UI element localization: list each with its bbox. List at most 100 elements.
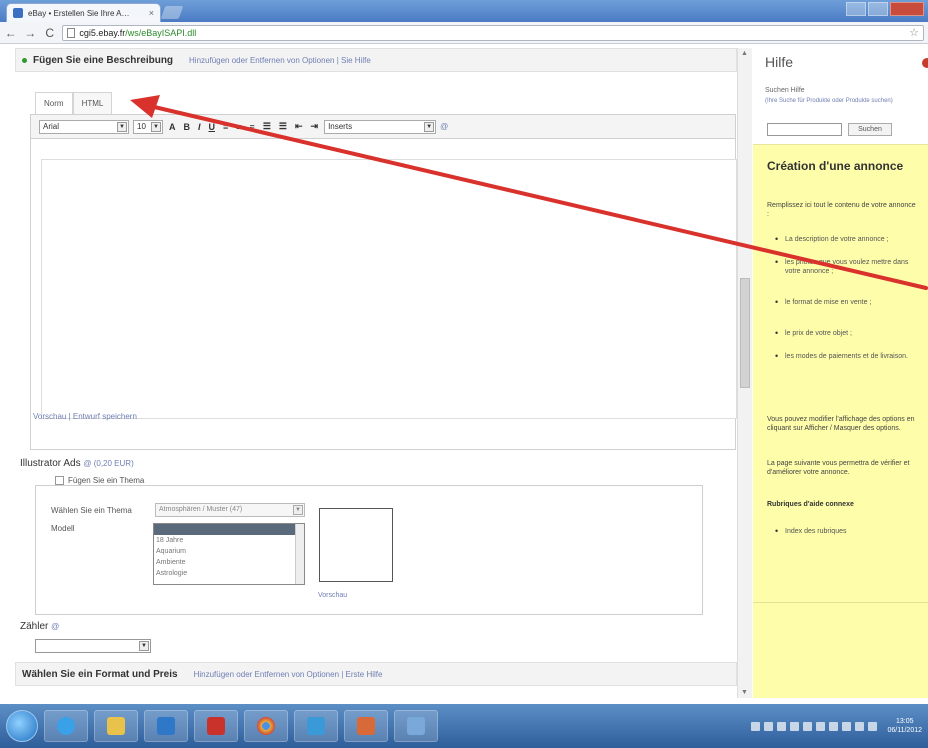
align-right-icon[interactable]: ≡ bbox=[248, 122, 257, 132]
system-tray: 13:05 06/11/2012 bbox=[751, 717, 928, 735]
bullet-list-icon[interactable]: ☰ bbox=[261, 121, 273, 132]
indent-icon[interactable]: ⇥ bbox=[309, 121, 321, 132]
windows-taskbar: 13:05 06/11/2012 bbox=[0, 704, 928, 748]
bookmark-star-icon[interactable]: ☆ bbox=[909, 26, 923, 39]
help-content: Création d'une annonce Remplissez ici to… bbox=[753, 144, 928, 698]
help-search-input[interactable] bbox=[767, 123, 842, 136]
help-intro: Remplissez ici tout le contenu de votre … bbox=[767, 202, 916, 218]
list-item[interactable]: Ambiente bbox=[154, 557, 304, 568]
window-close-button[interactable] bbox=[890, 2, 924, 16]
tab-html[interactable]: HTML bbox=[72, 92, 113, 114]
browser-tab[interactable]: eBay • Erstellen Sie Ihre A… × bbox=[6, 3, 161, 22]
outdent-icon[interactable]: ⇤ bbox=[293, 121, 305, 132]
tray-icon[interactable] bbox=[790, 721, 800, 731]
editor-preview-links[interactable]: Vorschau | Entwurf speichern bbox=[33, 412, 137, 421]
counter-help-icon[interactable]: @ bbox=[51, 622, 59, 631]
font-color-icon[interactable]: A bbox=[167, 122, 178, 132]
font-family-select[interactable]: Arial ▼ bbox=[39, 119, 129, 134]
align-left-icon[interactable]: ≡ bbox=[221, 122, 230, 132]
window-controls bbox=[846, 2, 924, 16]
taskbar-app-powerpoint[interactable] bbox=[344, 710, 388, 742]
italic-icon[interactable]: I bbox=[196, 122, 203, 132]
scrollbar-thumb[interactable] bbox=[740, 278, 750, 388]
forward-arrow-icon[interactable]: → bbox=[23, 26, 36, 40]
tray-icon[interactable] bbox=[777, 721, 787, 731]
reload-icon[interactable]: C bbox=[43, 26, 56, 40]
help-divider bbox=[753, 602, 928, 603]
taskbar-app-red[interactable] bbox=[194, 710, 238, 742]
app-icon bbox=[407, 717, 425, 735]
help-search-hint[interactable]: (Ihre Suche für Produkte oder Produkte s… bbox=[765, 98, 925, 105]
list-item[interactable]: Index des rubriques bbox=[775, 527, 915, 536]
counter-select[interactable]: ▼ bbox=[35, 639, 151, 653]
font-family-value: Arial bbox=[43, 122, 60, 131]
list-item[interactable]: Aquarium bbox=[154, 546, 304, 557]
tray-icon[interactable] bbox=[829, 721, 839, 731]
help-related-title: Rubriques d'aide connexe bbox=[767, 501, 854, 508]
numbered-list-icon[interactable]: ☰ bbox=[277, 121, 289, 132]
font-size-select[interactable]: 10 ▼ bbox=[133, 119, 163, 134]
add-theme-checkbox[interactable] bbox=[55, 476, 64, 485]
taskbar-app-ie[interactable] bbox=[44, 710, 88, 742]
taskbar-app-other[interactable] bbox=[394, 710, 438, 742]
browser-tabstrip: eBay • Erstellen Sie Ihre A… × bbox=[0, 0, 928, 22]
underline-icon[interactable]: U bbox=[207, 122, 218, 132]
tray-icon[interactable] bbox=[751, 721, 761, 731]
list-item: le prix de votre objet ; bbox=[775, 329, 915, 338]
theme-select[interactable]: Atmosphären / Muster (47) ▼ bbox=[155, 503, 305, 517]
theme-preview-link[interactable]: Vorschau bbox=[318, 592, 347, 599]
model-label: Modell bbox=[51, 524, 75, 533]
help-close-icon[interactable] bbox=[922, 58, 928, 68]
tray-icon[interactable] bbox=[816, 721, 826, 731]
taskbar-app-explorer[interactable] bbox=[94, 710, 138, 742]
editor-toolbar: Arial ▼ 10 ▼ A B I U ≡ ≡ ≡ ☰ ☰ ⇤ ⇥ Inser… bbox=[31, 115, 735, 139]
description-text-area[interactable] bbox=[41, 159, 737, 419]
align-center-icon[interactable]: ≡ bbox=[234, 122, 243, 132]
list-item[interactable] bbox=[154, 524, 304, 535]
list-item[interactable]: Astrologie bbox=[154, 568, 304, 579]
tray-icon[interactable] bbox=[803, 721, 813, 731]
model-listbox[interactable]: 18 Jahre Aquarium Ambiente Astrologie bbox=[153, 523, 305, 585]
counter-section-title: Zähler @ bbox=[20, 621, 59, 632]
address-bar[interactable]: cgi5.ebay.fr/ws/eBayISAPI.dll ☆ bbox=[62, 24, 924, 41]
list-item[interactable]: 18 Jahre bbox=[154, 535, 304, 546]
section-bullet-icon bbox=[22, 57, 27, 63]
tab-standard[interactable]: Norm bbox=[35, 92, 73, 114]
browser-toolbar: ← → C cgi5.ebay.fr/ws/eBayISAPI.dll ☆ bbox=[0, 22, 928, 44]
system-clock[interactable]: 13:05 06/11/2012 bbox=[887, 717, 922, 735]
tab-close-icon[interactable]: × bbox=[149, 8, 154, 18]
editor-help-icon[interactable]: @ bbox=[440, 122, 448, 131]
list-item: les photos que vous voulez mettre dans v… bbox=[775, 258, 915, 276]
url-host: cgi5.ebay.fr bbox=[79, 27, 126, 38]
theme-label: Wählen Sie ein Thema bbox=[51, 506, 132, 515]
scroll-down-icon[interactable]: ▼ bbox=[741, 689, 748, 696]
bold-icon[interactable]: B bbox=[182, 122, 193, 132]
description-section-links[interactable]: Hinzufügen oder Entfernen von Optionen |… bbox=[189, 56, 371, 65]
dropdown-arrow-icon: ▼ bbox=[139, 641, 149, 651]
start-button[interactable] bbox=[6, 710, 38, 742]
tray-icon[interactable] bbox=[868, 721, 878, 731]
tray-icon[interactable] bbox=[855, 721, 865, 731]
help-search-button[interactable]: Suchen bbox=[848, 123, 892, 136]
maximize-button[interactable] bbox=[868, 2, 888, 16]
inserts-select[interactable]: Inserts ▼ bbox=[324, 119, 437, 134]
scroll-up-icon[interactable]: ▲ bbox=[741, 50, 748, 57]
tray-icon[interactable] bbox=[764, 721, 774, 731]
tray-icon[interactable] bbox=[842, 721, 852, 731]
taskbar-app-media[interactable] bbox=[144, 710, 188, 742]
page-icon bbox=[67, 27, 76, 38]
listbox-scrollbar[interactable] bbox=[295, 524, 304, 584]
format-section-links[interactable]: Hinzufügen oder Entfernen von Optionen |… bbox=[194, 670, 383, 679]
new-tab-button[interactable] bbox=[160, 6, 184, 19]
browser-tab-title: eBay • Erstellen Sie Ihre A… bbox=[28, 8, 130, 18]
theme-select-value: Atmosphären / Muster (47) bbox=[159, 506, 243, 513]
help-options-text: Vous pouvez modifier l'affichage des opt… bbox=[767, 416, 915, 432]
taskbar-app-lync[interactable] bbox=[294, 710, 338, 742]
page-scrollbar[interactable]: ▲ ▼ bbox=[737, 48, 752, 698]
ebay-favicon-icon bbox=[13, 8, 23, 18]
help-heading: Création d'une annonce bbox=[767, 159, 904, 173]
taskbar-app-chrome[interactable] bbox=[244, 710, 288, 742]
back-arrow-icon[interactable]: ← bbox=[4, 26, 17, 40]
minimize-button[interactable] bbox=[846, 2, 866, 16]
help-search-label: Suchen Hilfe bbox=[765, 87, 805, 94]
